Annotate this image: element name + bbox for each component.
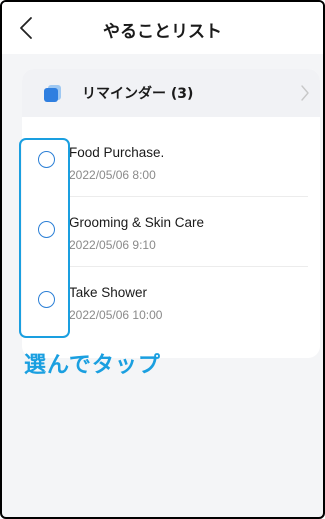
task-time: 2022/05/06 10:00 [69, 308, 163, 322]
task-title: Take Shower [69, 285, 148, 300]
reminder-group-label: リマインダー (3) [82, 86, 194, 102]
task-time: 2022/05/06 9:10 [69, 238, 156, 252]
checkbox-highlight-frame [19, 138, 70, 338]
task-time: 2022/05/06 8:00 [69, 168, 156, 182]
page-title: やることリスト [103, 22, 222, 42]
reminder-group-header[interactable]: リマインダー (3) [22, 69, 320, 117]
phone-screen: やることリスト リマインダー (3) Food Purchase. 2022/0… [0, 0, 325, 519]
tap-instruction-text: 選んでタップ [24, 353, 161, 378]
task-title: Grooming & Skin Care [69, 215, 205, 230]
task-title: Food Purchase. [69, 145, 165, 160]
chevron-right-icon [301, 85, 309, 101]
reminder-icon [44, 85, 61, 102]
top-bar: やることリスト [2, 2, 323, 54]
